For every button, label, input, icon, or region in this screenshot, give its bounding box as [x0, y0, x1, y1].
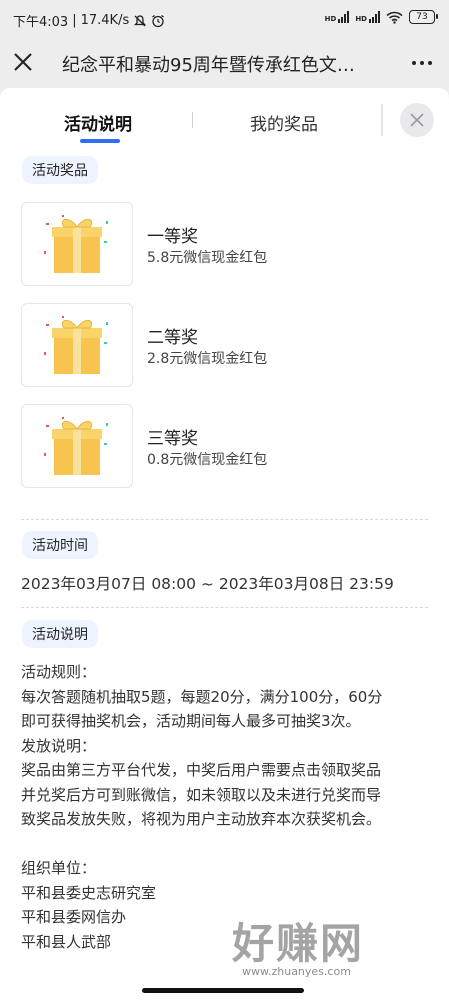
status-bar: 下午4:03 | 17.4K/s HD HD 73	[0, 0, 449, 38]
status-net-speed: 17.4K/s	[80, 13, 130, 28]
tab-active-indicator	[80, 139, 120, 143]
page-title: 纪念平和暴动95周年暨传承红色文…	[62, 55, 355, 76]
prize-desc: 0.8元微信现金红包	[147, 452, 268, 468]
section-divider	[21, 607, 428, 608]
close-icon	[410, 113, 424, 127]
more-button[interactable]	[409, 50, 435, 76]
rules-line: 并兑奖后方可到账微信，如未领取以及未进行兑奖而导	[21, 785, 382, 804]
signal-1-icon: HD	[325, 11, 350, 23]
wifi-icon	[386, 11, 403, 24]
nav-bar: 纪念平和暴动95周年暨传承红色文…	[0, 38, 449, 88]
prize-card: 二等奖 2.8元微信现金红包	[21, 303, 440, 388]
prize-image	[21, 303, 133, 387]
content-panel: 活动说明 我的奖品 活动奖品 一等奖 5.8元微信现金红包 二等奖 2.8元微信…	[0, 88, 449, 1000]
rules-line: 发放说明：	[21, 736, 97, 755]
prize-image	[21, 404, 133, 488]
signal-2-icon: HD	[355, 11, 380, 23]
rules-line: 即可获得抽奖机会，活动期间每人最多可抽奖3次。	[21, 712, 361, 730]
hd-label-2: HD	[355, 15, 367, 23]
home-indicator[interactable]	[142, 988, 304, 993]
prize-desc: 5.8元微信现金红包	[147, 250, 268, 266]
tab-divider	[192, 112, 193, 128]
prize-name: 二等奖	[147, 328, 198, 348]
prize-desc: 2.8元微信现金红包	[147, 351, 268, 367]
panel-close-button[interactable]	[400, 103, 434, 137]
gift-box-icon	[44, 316, 108, 374]
prize-name: 三等奖	[147, 429, 198, 449]
rules-line: 平和县人武部	[21, 932, 112, 951]
section-title-time: 活动时间	[22, 531, 98, 559]
rules-line: 组织单位：	[21, 859, 97, 877]
section-title-prizes: 活动奖品	[22, 156, 98, 184]
rules-line: 每次答题随机抽取5题，每题20分，满分100分，60分	[21, 687, 383, 706]
tab-bar: 活动说明 我的奖品	[0, 88, 449, 150]
tab-my-prizes[interactable]: 我的奖品	[250, 110, 318, 135]
close-icon	[14, 53, 32, 71]
mute-bell-icon	[134, 14, 147, 26]
rules-blank-line	[21, 832, 431, 857]
alarm-icon	[152, 14, 165, 27]
rules-text: 活动规则： 每次答题随机抽取5题，每题20分，满分100分，60分 即可获得抽奖…	[21, 660, 431, 954]
battery-icon: 73	[409, 10, 438, 24]
rules-line: 奖品由第三方平台代发，中奖后用户需要点击领取奖品	[21, 761, 382, 779]
section-title-description: 活动说明	[22, 620, 98, 648]
more-dot	[420, 61, 424, 65]
prize-name: 一等奖	[147, 227, 198, 247]
tab-activity-info[interactable]: 活动说明	[64, 110, 132, 135]
prize-card: 一等奖 5.8元微信现金红包	[21, 202, 440, 287]
rules-line: 致奖品发放失败，将视为用户主动放弃本次获奖机会。	[21, 810, 382, 828]
rules-line: 活动规则：	[21, 663, 97, 681]
gift-box-icon	[44, 215, 108, 273]
prize-image	[21, 202, 133, 286]
activity-time: 2023年03月07日 08:00 ~ 2023年03月08日 23:59	[21, 575, 394, 593]
status-time: 下午4:03	[13, 15, 69, 30]
rules-line: 平和县委史志研究室	[21, 883, 157, 902]
prize-card: 三等奖 0.8元微信现金红包	[21, 404, 440, 489]
more-dot	[412, 61, 416, 65]
gift-box-icon	[44, 417, 108, 475]
hd-label: HD	[324, 15, 337, 23]
tab-bar-divider	[381, 104, 383, 136]
more-dot	[428, 61, 432, 65]
section-divider	[21, 519, 428, 520]
rules-line: 平和县委网信办	[21, 908, 127, 926]
close-button[interactable]	[10, 49, 36, 75]
status-separator: |	[72, 13, 77, 28]
